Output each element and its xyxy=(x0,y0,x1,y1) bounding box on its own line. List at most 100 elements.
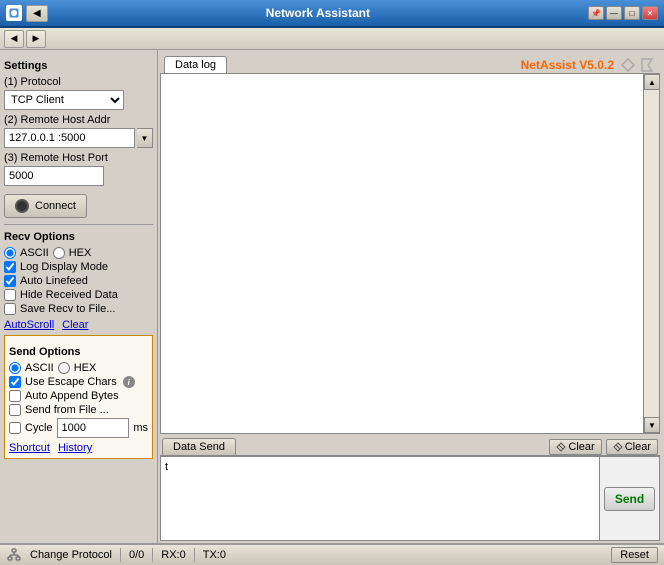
rx-label: RX:0 xyxy=(161,549,185,561)
cycle-checkbox[interactable] xyxy=(9,422,21,434)
change-protocol-label: Change Protocol xyxy=(30,549,112,561)
save-recv-checkbox[interactable] xyxy=(4,303,16,315)
scroll-down-btn[interactable]: ▼ xyxy=(644,417,660,433)
right-panel: Data log NetAssist V5.0.2 xyxy=(158,50,664,543)
menu-button[interactable]: ◀ xyxy=(26,5,48,22)
counter-value: 0/0 xyxy=(129,549,144,561)
toolbar-btn-1[interactable]: ◀ xyxy=(4,30,24,48)
data-log-content: ▲ ▼ xyxy=(160,74,660,434)
send-from-file-label: Send from File ... xyxy=(25,404,109,416)
scroll-track[interactable] xyxy=(644,90,659,417)
send-clear-btn-2[interactable]: Clear xyxy=(606,439,658,455)
toolbar: ◀ ▶ xyxy=(0,28,664,50)
connect-button[interactable]: Connect xyxy=(4,194,87,218)
info-icon[interactable]: i xyxy=(123,376,135,388)
protocol-label: (1) Protocol xyxy=(4,76,153,88)
shortcut-link[interactable]: Shortcut xyxy=(9,442,50,454)
clear-icon-1 xyxy=(556,442,566,452)
protocol-select[interactable]: TCP Client TCP Server UDP xyxy=(4,90,124,110)
reset-button[interactable]: Reset xyxy=(611,547,658,563)
scroll-up-btn[interactable]: ▲ xyxy=(644,74,660,90)
save-recv-label: Save Recv to File... xyxy=(20,303,115,315)
auto-append-checkbox[interactable] xyxy=(9,390,21,402)
tab-bar-right: NetAssist V5.0.2 xyxy=(521,57,656,73)
hide-received-label: Hide Received Data xyxy=(20,289,118,301)
main-container: Settings (1) Protocol TCP Client TCP Ser… xyxy=(0,50,664,543)
send-hex-radio[interactable] xyxy=(58,362,70,374)
remote-port-input[interactable] xyxy=(4,166,104,186)
data-send-section: Data Send Clear Clear xyxy=(160,436,660,541)
use-escape-checkbox[interactable] xyxy=(9,376,21,388)
diamond-icon xyxy=(620,57,636,73)
flag-icon xyxy=(640,57,656,73)
send-clear-label-2: Clear xyxy=(625,441,651,453)
remote-host-row: ▼ xyxy=(4,128,153,148)
status-div-3 xyxy=(194,548,195,562)
recv-options-label: Recv Options xyxy=(4,231,153,243)
title-bar-left: ◀ xyxy=(6,5,48,22)
auto-linefeed-checkbox[interactable] xyxy=(4,275,16,287)
history-link[interactable]: History xyxy=(58,442,92,454)
cycle-input[interactable] xyxy=(57,418,130,438)
network-icon xyxy=(6,547,22,563)
log-scrollbar[interactable]: ▲ ▼ xyxy=(643,74,659,433)
data-log-tab[interactable]: Data log xyxy=(164,56,227,73)
send-from-file-checkbox[interactable] xyxy=(9,404,21,416)
cycle-label: Cycle xyxy=(25,422,53,434)
data-log-tab-bar: Data log NetAssist V5.0.2 xyxy=(160,54,660,74)
send-button-area: Send xyxy=(599,457,659,540)
close-button[interactable]: ✕ xyxy=(642,6,658,20)
send-hex-label: HEX xyxy=(74,362,97,374)
send-button[interactable]: Send xyxy=(604,487,655,511)
send-clear-btn-1[interactable]: Clear xyxy=(549,439,601,455)
log-display-checkbox[interactable] xyxy=(4,261,16,273)
recv-clear-link[interactable]: Clear xyxy=(62,319,88,331)
send-clear-label-1: Clear xyxy=(568,441,594,453)
cycle-row: Cycle ms xyxy=(9,418,148,438)
send-input-area[interactable]: t xyxy=(161,457,599,540)
host-dropdown-arrow[interactable]: ▼ xyxy=(137,128,153,148)
connect-indicator xyxy=(15,199,29,213)
send-links: Shortcut History xyxy=(9,442,148,454)
hide-received-checkbox[interactable] xyxy=(4,289,16,301)
left-panel: Settings (1) Protocol TCP Client TCP Ser… xyxy=(0,50,158,543)
clear-icon-2 xyxy=(613,442,623,452)
auto-append-row: Auto Append Bytes xyxy=(9,390,148,402)
auto-linefeed-row: Auto Linefeed xyxy=(4,275,153,287)
log-text xyxy=(161,74,659,407)
log-display-row: Log Display Mode xyxy=(4,261,153,273)
autoscroll-link[interactable]: AutoScroll xyxy=(4,319,54,331)
toolbar-btn-2[interactable]: ▶ xyxy=(26,30,46,48)
use-escape-row: Use Escape Chars i xyxy=(9,376,148,388)
tx-label: TX:0 xyxy=(203,549,226,561)
remote-host-input[interactable] xyxy=(4,128,135,148)
send-from-file-row: Send from File ... xyxy=(9,404,148,416)
tab-icons xyxy=(620,57,656,73)
pin-button[interactable]: 📌 xyxy=(588,6,604,20)
minimize-button[interactable]: — xyxy=(606,6,622,20)
app-icon xyxy=(6,5,22,21)
send-controls: Clear Clear xyxy=(549,439,658,455)
recv-ascii-label: ASCII xyxy=(20,247,49,259)
connect-label: Connect xyxy=(35,200,76,212)
use-escape-label: Use Escape Chars xyxy=(25,376,117,388)
cycle-unit: ms xyxy=(133,422,148,434)
send-options-label: Send Options xyxy=(9,346,148,358)
send-ascii-radio[interactable] xyxy=(9,362,21,374)
status-bar: Change Protocol 0/0 RX:0 TX:0 Reset xyxy=(0,543,664,565)
recv-ascii-radio[interactable] xyxy=(4,247,16,259)
auto-append-label: Auto Append Bytes xyxy=(25,390,119,402)
status-div-1 xyxy=(120,548,121,562)
remote-host-label: (2) Remote Host Addr xyxy=(4,114,153,126)
recv-hex-radio[interactable] xyxy=(53,247,65,259)
window-controls: 📌 — □ ✕ xyxy=(588,6,658,20)
auto-linefeed-label: Auto Linefeed xyxy=(20,275,88,287)
window-title: Network Assistant xyxy=(48,6,588,20)
brand-label: NetAssist V5.0.2 xyxy=(521,58,614,72)
recv-encoding-row: ASCII HEX xyxy=(4,247,153,259)
send-content-area: t Send xyxy=(160,456,660,541)
maximize-button[interactable]: □ xyxy=(624,6,640,20)
remote-port-label: (3) Remote Host Port xyxy=(4,152,153,164)
data-send-tab[interactable]: Data Send xyxy=(162,438,236,455)
status-div-2 xyxy=(152,548,153,562)
